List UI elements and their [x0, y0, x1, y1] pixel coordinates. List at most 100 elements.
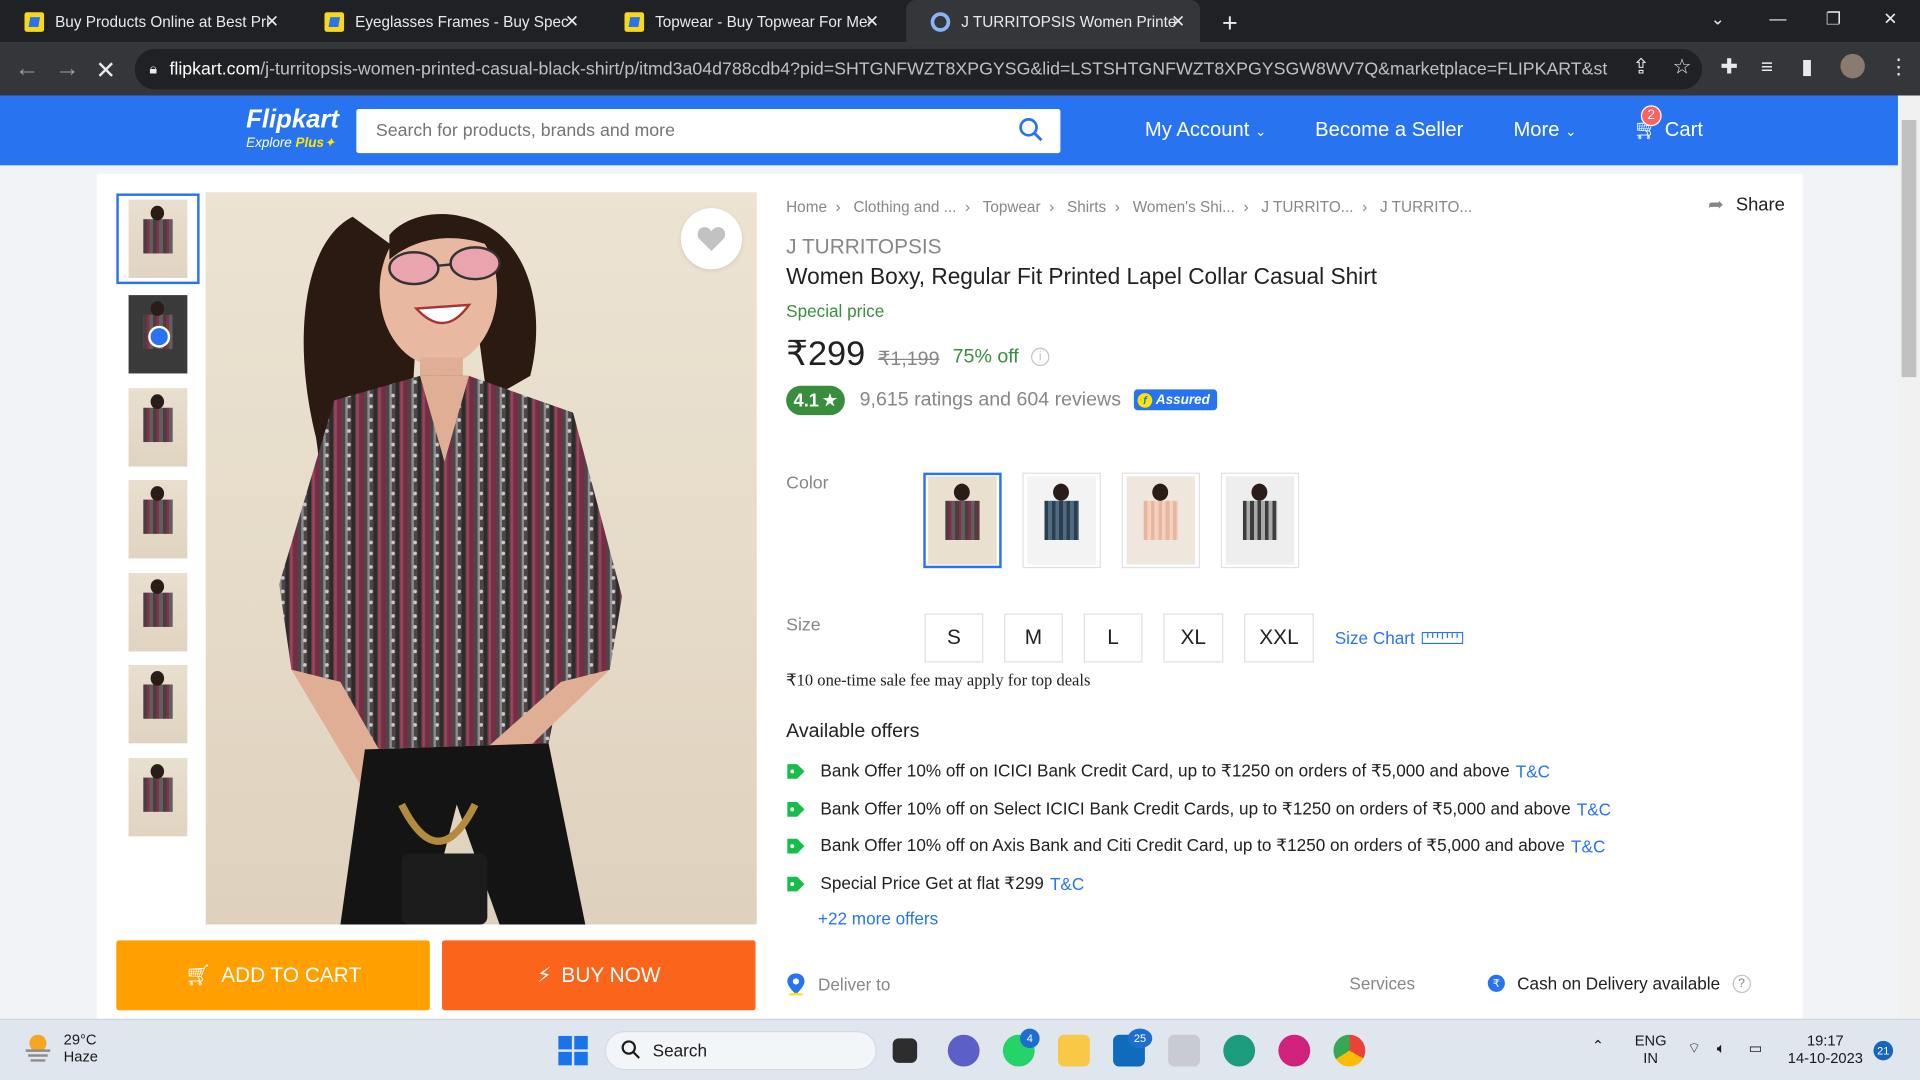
file-explorer-icon[interactable]	[1057, 1034, 1090, 1067]
size-option-xxl[interactable]: XXL	[1244, 613, 1314, 663]
profile-avatar[interactable]	[1840, 53, 1865, 79]
wifi-icon[interactable]: ⌔	[1687, 1040, 1701, 1058]
assured-label: Assured	[1155, 392, 1210, 408]
back-icon[interactable]: ←	[15, 55, 39, 83]
services-label: Services	[1349, 973, 1416, 994]
more-menu[interactable]: More ⌄	[1513, 119, 1576, 142]
share-button[interactable]: ➦ Share	[1708, 193, 1785, 215]
help-icon[interactable]: ?	[1732, 974, 1751, 993]
product-video-thumbnail[interactable]	[116, 288, 200, 380]
my-account-menu[interactable]: My Account ⌄	[1145, 119, 1266, 142]
browser-tab[interactable]: Buy Products Online at Best Pric ✕	[0, 0, 294, 43]
model-illustration	[279, 214, 623, 925]
more-offers-link[interactable]: +22 more offers	[818, 909, 938, 929]
product-thumbnail[interactable]	[116, 193, 200, 285]
color-swatch[interactable]	[1220, 472, 1300, 569]
tc-link[interactable]: T&C	[1516, 761, 1550, 781]
search-input[interactable]	[375, 121, 989, 141]
close-window-button[interactable]: ✕	[1883, 9, 1897, 30]
side-panel-icon[interactable]: ▮	[1801, 55, 1812, 79]
product-thumbnail[interactable]	[116, 751, 200, 843]
browser-tab[interactable]: Eyeglasses Frames - Buy Spectac ✕	[300, 0, 594, 43]
offer-item: Bank Offer 10% off on Axis Bank and Citi…	[786, 835, 1605, 856]
stop-loading-icon[interactable]: ✕	[96, 55, 117, 86]
minimize-button[interactable]: —	[1769, 9, 1786, 29]
product-thumbnail[interactable]	[116, 382, 200, 473]
color-swatch[interactable]	[923, 472, 1002, 569]
close-icon[interactable]: ✕	[265, 11, 279, 32]
scrollbar-thumb[interactable]	[1901, 120, 1917, 378]
volume-icon[interactable]: 🔈︎	[1717, 1040, 1726, 1058]
size-option-s[interactable]: S	[924, 613, 984, 663]
close-icon[interactable]: ✕	[865, 11, 879, 32]
chevron-right-icon: ›	[835, 198, 841, 216]
clock[interactable]: 19:17 14-10-2023	[1788, 1032, 1863, 1066]
lock-icon[interactable]: 🔒︎	[149, 60, 157, 78]
main-product-image[interactable]	[205, 192, 757, 925]
media-control-icon[interactable]: ≡	[1761, 55, 1773, 79]
size-option-m[interactable]: M	[1004, 613, 1063, 663]
chrome-icon[interactable]	[1333, 1034, 1366, 1067]
url-text[interactable]: flipkart.com/j-turritopsis-women-printed…	[169, 59, 1608, 79]
weather-widget[interactable]: 29°C Haze	[22, 1031, 98, 1065]
bookmark-star-icon[interactable]: ☆	[1673, 55, 1692, 79]
tc-link[interactable]: T&C	[1050, 874, 1084, 894]
wps-office-icon[interactable]	[1278, 1034, 1311, 1067]
teams-icon[interactable]	[947, 1034, 980, 1067]
share-page-icon[interactable]: ⇪	[1632, 55, 1649, 79]
close-icon[interactable]: ✕	[1171, 11, 1185, 32]
product-thumbnail[interactable]	[116, 566, 200, 658]
flipkart-logo[interactable]: Flipkart	[246, 105, 339, 134]
page-scrollbar[interactable]	[1897, 95, 1920, 1019]
breadcrumb-item[interactable]: J TURRITO...	[1261, 198, 1353, 215]
breadcrumb-item[interactable]: Women's Shi...	[1133, 198, 1235, 215]
info-icon[interactable]: i	[1031, 347, 1050, 367]
battery-icon[interactable]: ▭	[1749, 1040, 1763, 1057]
breadcrumb-item[interactable]: Shirts	[1067, 198, 1106, 215]
tc-link[interactable]: T&C	[1577, 799, 1611, 819]
color-swatch[interactable]	[1121, 472, 1201, 569]
breadcrumb-item[interactable]: Clothing and ...	[853, 198, 956, 215]
document-icon[interactable]	[1168, 1034, 1201, 1067]
forward-icon[interactable]: →	[55, 55, 79, 83]
product-thumbnail[interactable]	[116, 658, 200, 750]
size-option-l[interactable]: L	[1083, 613, 1143, 663]
explore-plus-link[interactable]: Explore Plus✦	[246, 135, 335, 151]
chrome-menu-icon[interactable]: ⋮	[1888, 55, 1909, 79]
task-view-icon[interactable]	[892, 1038, 918, 1063]
tab-search-icon[interactable]: ⌄	[1711, 9, 1725, 30]
language-indicator[interactable]: ENG IN	[1635, 1032, 1667, 1066]
product-thumbnail[interactable]	[116, 473, 200, 565]
edge-icon[interactable]	[1223, 1034, 1256, 1067]
flipkart-favicon-icon	[624, 11, 645, 32]
windows-start-icon[interactable]	[557, 1035, 589, 1067]
restore-button[interactable]: ❐	[1826, 9, 1841, 30]
browser-tab[interactable]: Topwear - Buy Topwear For Men ✕	[600, 0, 894, 43]
taskbar-search[interactable]: Search	[604, 1031, 877, 1071]
location-pin-icon	[787, 973, 805, 996]
product-brand[interactable]: J TURRITOPSIS	[786, 235, 941, 259]
add-to-cart-button[interactable]: 🛒︎ ADD TO CART	[116, 940, 430, 1011]
breadcrumb-item[interactable]: Home	[786, 198, 827, 215]
new-tab-button[interactable]: +	[1222, 7, 1238, 39]
search-box	[356, 108, 1061, 154]
thumbnail-image	[128, 480, 188, 559]
size-chart-link[interactable]: Size Chart	[1335, 628, 1464, 648]
breadcrumb-item[interactable]: Topwear	[983, 198, 1041, 215]
chevron-up-icon[interactable]: ⌃	[1592, 1037, 1604, 1054]
sale-fee-note: ₹10 one-time sale fee may apply for top …	[786, 671, 1091, 690]
ratings-reviews-count[interactable]: 9,615 ratings and 604 reviews	[860, 389, 1121, 411]
search-icon[interactable]	[1019, 118, 1043, 149]
become-seller-link[interactable]: Become a Seller	[1315, 119, 1463, 142]
buy-now-button[interactable]: ⚡︎ BUY NOW	[442, 940, 756, 1011]
browser-tab-active[interactable]: J TURRITOPSIS Women Printed C ✕	[906, 0, 1201, 43]
rating-badge[interactable]: 4.1 ★	[786, 385, 845, 416]
extensions-icon[interactable]: ✚	[1720, 55, 1737, 79]
size-option-xl[interactable]: XL	[1163, 613, 1224, 663]
wishlist-button[interactable]	[680, 208, 743, 270]
close-icon[interactable]: ✕	[565, 11, 579, 32]
url-bar[interactable]: 🔒︎ flipkart.com/j-turritopsis-women-prin…	[134, 48, 1703, 90]
notification-badge[interactable]: 21	[1873, 1040, 1894, 1061]
color-swatch[interactable]	[1022, 472, 1101, 569]
tc-link[interactable]: T&C	[1571, 836, 1605, 856]
